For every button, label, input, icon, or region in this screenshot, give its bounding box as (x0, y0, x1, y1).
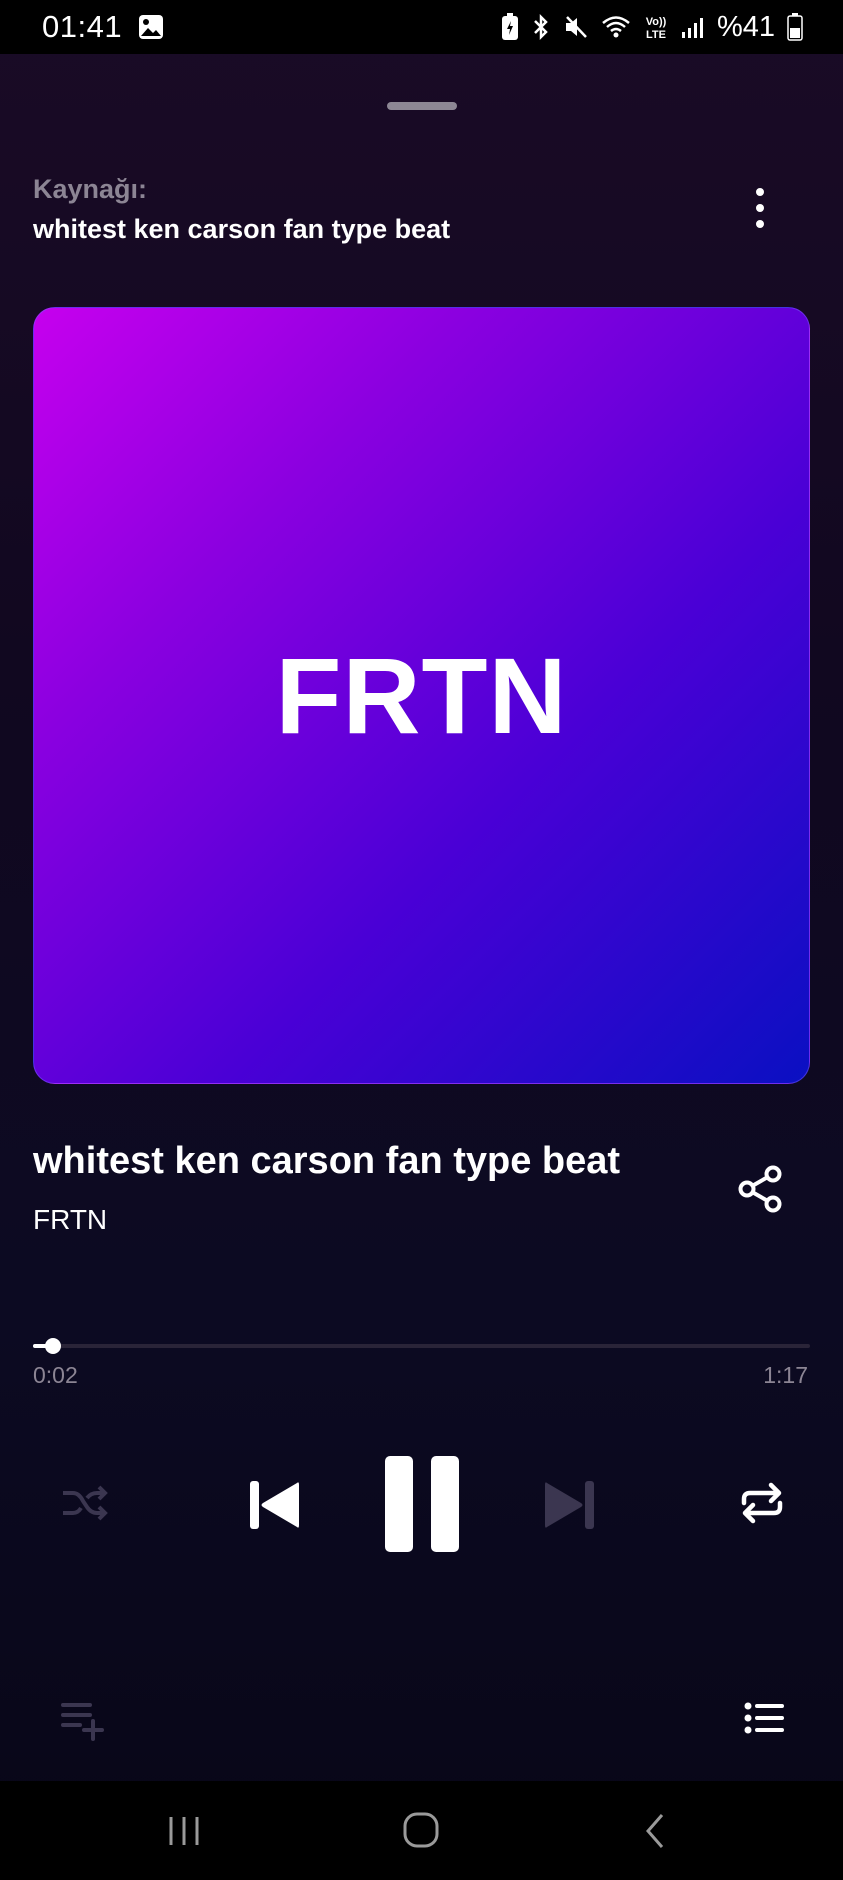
previous-button[interactable] (240, 1475, 306, 1535)
artwork-text: FRTN (275, 635, 568, 756)
bluetooth-icon (531, 13, 551, 41)
album-artwork: FRTN (33, 307, 810, 1084)
wifi-icon (601, 14, 631, 40)
recents-icon (169, 1817, 199, 1845)
sheet-drag-handle[interactable] (387, 102, 457, 110)
status-bar: 01:41 Vo)) LTE %41 (0, 0, 843, 54)
pause-icon (385, 1456, 459, 1552)
shuffle-icon (63, 1485, 108, 1521)
queue-list-button[interactable] (737, 1698, 791, 1738)
source-label: Kaynağı: (33, 174, 148, 204)
svg-text:LTE: LTE (646, 29, 666, 41)
track-artist[interactable]: FRTN (33, 1204, 107, 1236)
more-options-button[interactable] (740, 180, 780, 236)
add-to-queue-button[interactable] (56, 1696, 110, 1744)
track-title: whitest ken carson fan type beat (33, 1140, 621, 1182)
pause-button[interactable] (380, 1452, 464, 1556)
more-vertical-icon (756, 188, 764, 196)
system-nav-bar (0, 1781, 843, 1880)
signal-icon (681, 15, 705, 39)
music-player-screen: 01:41 Vo)) LTE %41 Kaynağı: whitest ken … (0, 0, 843, 1880)
volte-icon: Vo)) LTE (643, 13, 669, 41)
queue-list-icon (744, 1702, 784, 1734)
home-button[interactable] (400, 1809, 442, 1851)
elapsed-time: 0:02 (33, 1362, 78, 1388)
battery-icon (787, 13, 803, 41)
previous-icon (250, 1481, 299, 1529)
repeat-icon (741, 1482, 783, 1524)
home-icon (403, 1812, 439, 1848)
gallery-icon (138, 14, 164, 40)
seek-bar-thumb[interactable] (45, 1338, 62, 1354)
shuffle-button[interactable] (56, 1478, 112, 1528)
battery-percent: %41 (716, 10, 775, 43)
status-time: 01:41 (42, 9, 123, 44)
next-icon (545, 1481, 594, 1529)
battery-saver-icon (501, 13, 519, 41)
next-button[interactable] (538, 1475, 604, 1535)
status-icons: Vo)) LTE %41 (501, 11, 803, 44)
back-icon (646, 1814, 664, 1848)
back-button[interactable] (640, 1809, 670, 1853)
share-button[interactable] (734, 1162, 788, 1216)
share-icon (738, 1165, 782, 1213)
more-vertical-icon-dot (756, 204, 764, 212)
mute-icon (563, 14, 589, 40)
more-vertical-icon-dot (756, 220, 764, 228)
source-value[interactable]: whitest ken carson fan type beat (33, 214, 450, 245)
svg-text:Vo)): Vo)) (646, 16, 667, 28)
repeat-button[interactable] (734, 1478, 790, 1528)
recents-button[interactable] (166, 1811, 202, 1851)
total-time: 1:17 (763, 1362, 808, 1388)
seek-bar[interactable] (33, 1338, 810, 1354)
add-to-queue-icon (61, 1703, 104, 1741)
